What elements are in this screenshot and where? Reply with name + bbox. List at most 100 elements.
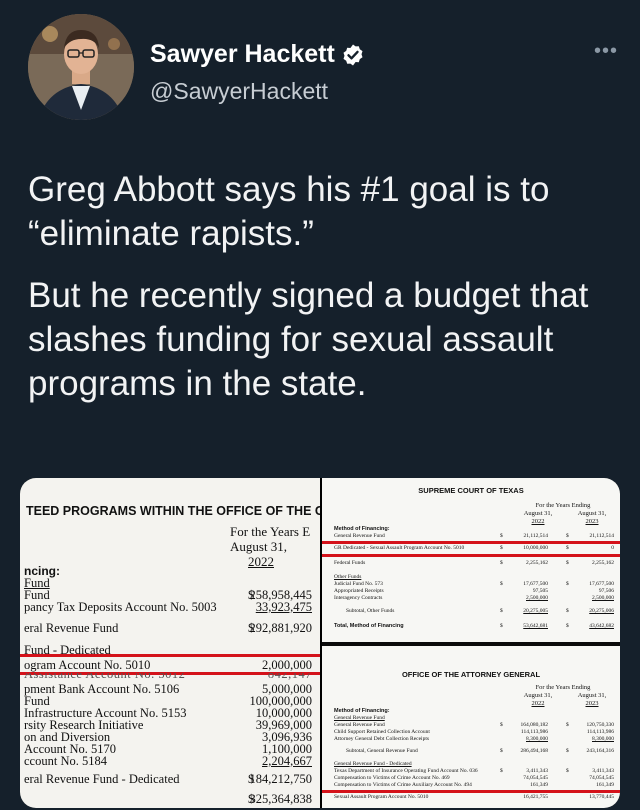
value-2022: 97,505 [532,588,548,594]
row-label: eral Revenue Fund [24,621,119,635]
column-header: August 31, 2023 [570,692,614,707]
document-title: TEED PROGRAMS WITHIN THE OFFICE OF THE G… [26,504,320,518]
column-header-line: 2022 [531,699,545,707]
budget-document-right[interactable]: SUPREME COURT OF TEXAS For the Years End… [322,478,620,808]
value-2022: 286,494,168 [520,748,549,754]
row-label: pancy Tax Deposits Account No. 5003 [24,600,217,614]
column-header-line: 2023 [585,517,599,525]
row-amount: 292,881,920 [249,621,313,635]
table-row: Method of Financing: [334,708,614,715]
row-label: Appropriated Receipts [334,588,384,594]
column-header: August 31, 2022 [516,510,560,525]
currency-sign: $ [500,533,503,539]
row-label: Federal Funds [334,560,366,566]
table-row: Method of Financing: [334,526,614,533]
budget-document-left[interactable]: TEED PROGRAMS WITHIN THE OFFICE OF THE G… [20,478,320,808]
more-options-icon[interactable]: ••• [594,40,618,63]
value-2023: 20,275,006 [589,608,614,614]
table-row: Compensation to Victims of Crime Account… [334,775,614,782]
row-amount: 2,000,000 [262,658,312,672]
author-name-row[interactable]: Sawyer Hackett [150,40,365,69]
table-row: Subtotal, General Revenue Fund $ 286,494… [334,748,614,755]
author-handle[interactable]: @SawyerHackett [150,78,328,105]
value-2023: 97,506 [598,588,614,594]
value-2023: 74,054,545 [589,775,614,781]
currency-sign: $ [500,608,503,614]
table-row: Attorney General Debt Collection Receipt… [334,736,614,743]
currency-sign: $ [566,581,569,587]
avatar[interactable] [28,14,134,120]
currency-sign: $ [566,623,569,629]
table-row: General Revenue Fund - Dedicated [334,761,614,768]
value-2022: 16,421,755 [523,794,548,800]
currency-sign: $ [566,768,569,774]
currency-sign: $ [566,722,569,728]
value-2022: 21,112,514 [523,533,548,539]
column-header-line: 2023 [585,699,599,707]
value-2022: 164,080,182 [520,722,549,728]
currency-sign: $ [500,545,503,551]
row-amount: 325,364,838 [249,792,313,806]
value-2022: 114,113,986 [520,729,548,735]
row-label: Compensation to Victims of Crime Auxilia… [334,782,472,788]
highlight-line [20,654,320,657]
row-label: Assistance Account No. 5012 [24,673,186,681]
value-2023: 120,750,330 [586,722,615,728]
table-row: eral Revenue Fund $ 292,881,920 $ [24,621,320,635]
column-header: For the Years E August 31, 2022 [230,524,320,569]
table-row: eral Revenue Fund - Dedicated $ 184,212,… [24,772,320,786]
tweet-media[interactable]: TEED PROGRAMS WITHIN THE OFFICE OF THE G… [20,478,620,808]
document-title: SUPREME COURT OF TEXAS [418,486,524,495]
value-2023: 17,677,500 [589,581,614,587]
currency-sign: $ [500,623,503,629]
highlight-line [322,554,620,557]
value-2022: 3,411,343 [526,768,548,774]
value-2022: 10,000,000 [523,545,548,551]
value-2023: 114,113,986 [586,729,614,735]
row-label: Interagency Contracts [334,595,383,601]
table-row: Child Support Retained Collection Accoun… [334,729,614,736]
row-label: Subtotal, General Revenue Fund [346,748,418,754]
table-row: Texas Department of Insurance Operating … [334,768,614,775]
row-label: Method of Financing: [334,526,390,532]
avatar-photo [28,14,134,120]
currency-sign: $ [500,722,503,728]
row-label: ccount No. 5184 [24,754,107,768]
table-row-highlighted: GR Dedicated - Sexual Assault Program Ac… [334,545,614,552]
row-label: General Revenue Fund [334,715,385,721]
value-2023: 13,770,445 [589,794,614,800]
row-label: Method of Financing: [334,708,390,714]
table-row-highlighted: Sexual Assault Program Account No. 5010 … [334,794,614,801]
column-header: For the Years Ending [535,502,591,509]
table-row: pancy Tax Deposits Account No. 5003 33,9… [24,600,320,614]
column-header: August 31, 2023 [570,510,614,525]
row-amount: 842,147 [267,673,312,681]
row-label: Attorney General Debt Collection Receipt… [334,736,429,742]
tweet-header: Sawyer Hackett @SawyerHackett ••• [28,14,618,124]
value-2022: 2,500,000 [526,595,548,601]
value-2023: 0 [611,545,614,551]
table-row: General Revenue Fund $ 21,112,514 $ 21,1… [334,533,614,540]
highlight-line [322,790,620,793]
table-row: Subtotal, Other Funds $ 20,275,005 $ 20,… [334,608,614,615]
table-row: ccount No. 5184 2,204,667 [24,754,320,768]
column-header-line: August 31, [577,692,607,699]
value-2022: 20,275,005 [523,608,548,614]
table-row: General Revenue Fund $ 164,080,182 $ 120… [334,722,614,729]
value-2022: 17,677,500 [523,581,548,587]
row-label: Total, Method of Financing [334,623,404,629]
column-header: For the Years Ending [535,684,591,691]
value-2023: 243,164,316 [586,748,615,754]
row-label: Compensation to Victims of Crime Account… [334,775,450,781]
table-row-highlighted: ogram Account No. 5010 2,000,000 [24,658,320,672]
tweet-paragraph-1: Greg Abbott says his #1 goal is to “elim… [28,170,550,253]
row-label: Judicial Fund No. 573 [334,581,383,587]
table-row: Interagency Contracts 2,500,000 2,500,00… [334,595,614,602]
currency-sign: $ [500,560,503,566]
row-label: Child Support Retained Collection Accoun… [334,729,430,735]
column-header-line: 2022 [531,517,545,525]
column-header-line: August 31, [523,510,553,517]
row-label: Subtotal, Other Funds [346,608,395,614]
author-name[interactable]: Sawyer Hackett [150,40,335,69]
table-row: Federal Funds $ 2,255,162 $ 2,255,162 [334,560,614,567]
